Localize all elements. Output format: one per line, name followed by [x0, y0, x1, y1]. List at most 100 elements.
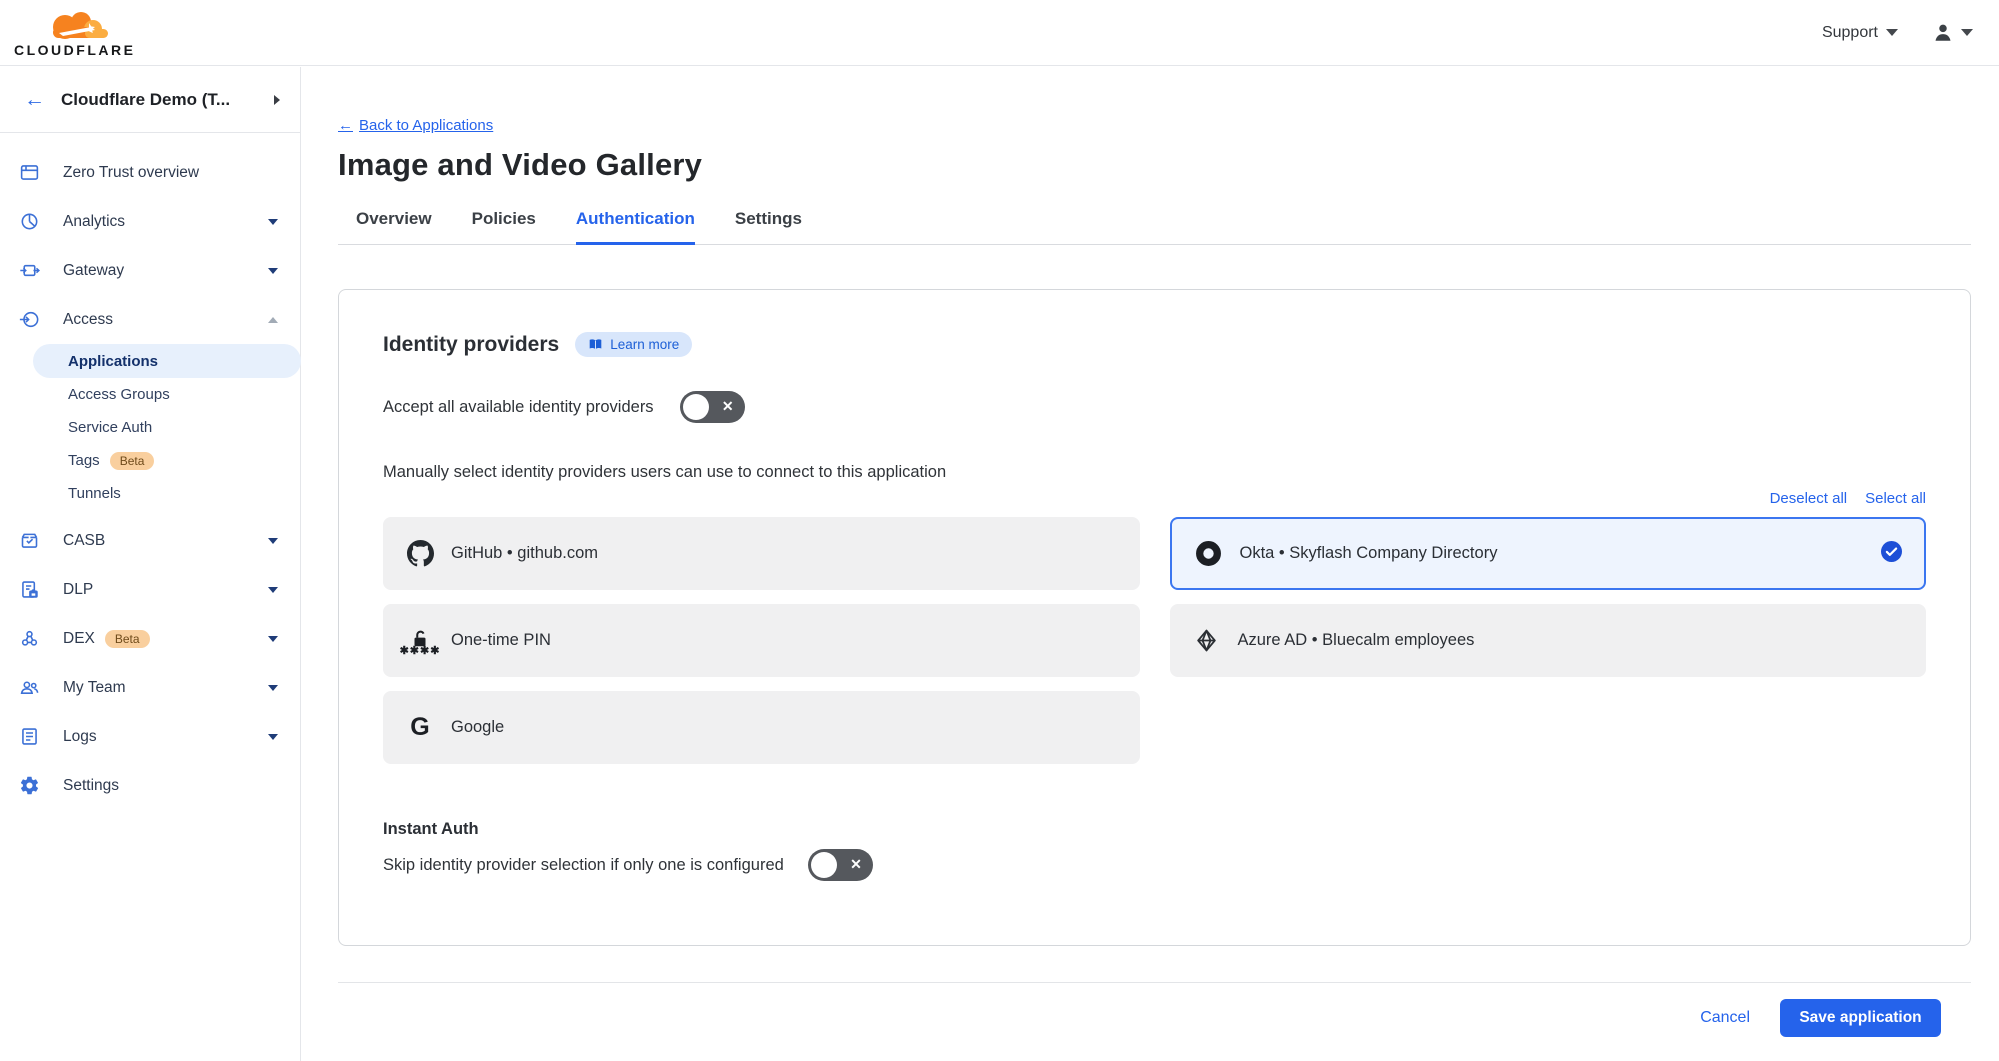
sidebar-item-tags[interactable]: Tags Beta — [0, 444, 300, 477]
settings-gear-icon — [19, 775, 40, 796]
provider-card-okta[interactable]: Okta • Skyflash Company Directory — [1170, 517, 1927, 590]
learn-more-button[interactable]: Learn more — [575, 332, 692, 357]
chevron-down-icon[interactable] — [268, 685, 278, 691]
user-menu[interactable] — [1932, 22, 1973, 44]
back-to-applications-link[interactable]: ← Back to Applications — [338, 117, 493, 134]
sidebar-item-zero-trust-overview[interactable]: Zero Trust overview — [0, 148, 300, 197]
provider-name: One-time PIN — [451, 631, 551, 650]
identity-providers-card: Identity providers Learn more Accept all… — [338, 289, 1971, 946]
chevron-down-icon[interactable] — [268, 268, 278, 274]
chevron-down-icon[interactable] — [268, 538, 278, 544]
chevron-down-icon[interactable] — [268, 587, 278, 593]
sidebar-item-dex[interactable]: DEX Beta — [0, 614, 300, 663]
chevron-down-icon[interactable] — [268, 734, 278, 740]
sidebar-nav: Zero Trust overview Analytics Gateway Ac… — [0, 133, 300, 810]
gateway-icon — [19, 260, 40, 281]
sidebar-account-header: ← Cloudflare Demo (T... — [0, 67, 300, 133]
sidebar-item-applications[interactable]: Applications — [33, 344, 301, 378]
sidebar-item-access[interactable]: Access — [0, 295, 300, 344]
chevron-down-icon[interactable] — [268, 636, 278, 642]
otp-lock-icon: ✱✱✱✱ — [405, 629, 435, 653]
beta-badge: Beta — [105, 630, 150, 648]
back-link-label: Back to Applications — [359, 117, 493, 134]
sidebar-item-tunnels[interactable]: Tunnels — [0, 477, 300, 510]
book-icon — [588, 338, 603, 351]
tab-authentication[interactable]: Authentication — [576, 209, 695, 245]
sidebar-item-settings[interactable]: Settings — [0, 761, 300, 810]
sidebar-item-label: My Team — [63, 679, 245, 697]
select-all-link[interactable]: Select all — [1865, 490, 1926, 507]
sidebar-item-label: DLP — [63, 581, 245, 599]
beta-badge: Beta — [110, 452, 155, 470]
okta-icon — [1194, 540, 1224, 567]
accept-all-row: Accept all available identity providers … — [383, 391, 1926, 423]
card-title: Identity providers — [383, 333, 559, 357]
back-arrow-icon[interactable]: ← — [24, 89, 45, 110]
otp-stars: ✱✱✱✱ — [400, 649, 441, 653]
sidebar-item-analytics[interactable]: Analytics — [0, 197, 300, 246]
support-menu[interactable]: Support — [1822, 24, 1898, 42]
sidebar-item-my-team[interactable]: My Team — [0, 663, 300, 712]
accept-all-toggle[interactable]: ✕ — [680, 391, 745, 423]
tab-settings[interactable]: Settings — [735, 209, 802, 244]
cloudflare-cloud-icon — [29, 9, 121, 45]
sidebar-item-casb[interactable]: CASB — [0, 516, 300, 565]
dex-icon — [19, 628, 40, 649]
tab-policies[interactable]: Policies — [472, 209, 536, 244]
topbar-right: Support — [1822, 22, 1973, 44]
deselect-all-link[interactable]: Deselect all — [1770, 490, 1848, 507]
chevron-down-icon[interactable] — [268, 219, 278, 225]
provider-card-google[interactable]: G Google — [383, 691, 1140, 764]
provider-card-azure-ad[interactable]: Azure AD • Bluecalm employees — [1170, 604, 1927, 677]
main-content: ← Back to Applications Image and Video G… — [301, 67, 1999, 1061]
sidebar-item-service-auth[interactable]: Service Auth — [0, 411, 300, 444]
chevron-down-icon — [1961, 29, 1973, 36]
provider-grid: GitHub • github.com Okta • Skyflash Comp… — [383, 517, 1926, 764]
sidebar-item-dlp[interactable]: DLP — [0, 565, 300, 614]
sidebar-item-label: DEX Beta — [63, 630, 245, 648]
overview-icon — [19, 162, 40, 183]
access-subnav: Applications Access Groups Service Auth … — [0, 344, 300, 510]
chevron-down-icon — [1886, 29, 1898, 36]
chevron-right-icon[interactable] — [274, 95, 280, 105]
cancel-button[interactable]: Cancel — [1700, 1009, 1750, 1027]
azure-ad-icon — [1192, 628, 1222, 653]
sidebar-subitem-label: Applications — [68, 353, 158, 370]
provider-card-github[interactable]: GitHub • github.com — [383, 517, 1140, 590]
toggle-x-icon: ✕ — [722, 398, 734, 415]
card-header: Identity providers Learn more — [383, 332, 1926, 357]
page-title: Image and Video Gallery — [338, 147, 1971, 183]
tab-overview[interactable]: Overview — [356, 209, 432, 244]
instant-auth-toggle[interactable]: ✕ — [808, 849, 873, 881]
back-arrow-icon: ← — [338, 117, 353, 134]
sidebar-subitem-label: Tunnels — [68, 485, 121, 502]
instant-auth-title: Instant Auth — [383, 820, 1926, 839]
sidebar-item-text: DEX — [63, 630, 95, 648]
cloudflare-logo[interactable]: CLOUDFLARE — [14, 9, 135, 57]
google-g: G — [410, 715, 429, 740]
selected-check-icon — [1881, 541, 1902, 567]
sidebar-item-logs[interactable]: Logs — [0, 712, 300, 761]
provider-card-one-time-pin[interactable]: ✱✱✱✱ One-time PIN — [383, 604, 1140, 677]
toggle-knob — [683, 394, 709, 420]
user-icon — [1932, 22, 1954, 44]
team-icon — [19, 677, 40, 698]
top-bar: CLOUDFLARE Support — [0, 0, 1999, 66]
sidebar-item-gateway[interactable]: Gateway — [0, 246, 300, 295]
save-application-button[interactable]: Save application — [1780, 999, 1941, 1037]
support-label: Support — [1822, 24, 1878, 42]
chevron-up-icon[interactable] — [268, 317, 278, 323]
sidebar: ← Cloudflare Demo (T... Zero Trust overv… — [0, 67, 301, 1061]
sidebar-subitem-label: Tags — [68, 452, 100, 469]
account-name[interactable]: Cloudflare Demo (T... — [61, 90, 258, 110]
footer-divider — [338, 982, 1971, 983]
learn-more-label: Learn more — [610, 337, 679, 352]
sidebar-item-access-groups[interactable]: Access Groups — [0, 378, 300, 411]
sidebar-item-label: Gateway — [63, 262, 245, 280]
tab-bar: Overview Policies Authentication Setting… — [338, 209, 1971, 245]
accept-all-label: Accept all available identity providers — [383, 398, 654, 417]
analytics-icon — [19, 211, 40, 232]
toggle-x-icon: ✕ — [850, 856, 862, 873]
sidebar-item-label: CASB — [63, 532, 245, 550]
provider-name: Azure AD • Bluecalm employees — [1238, 631, 1475, 650]
